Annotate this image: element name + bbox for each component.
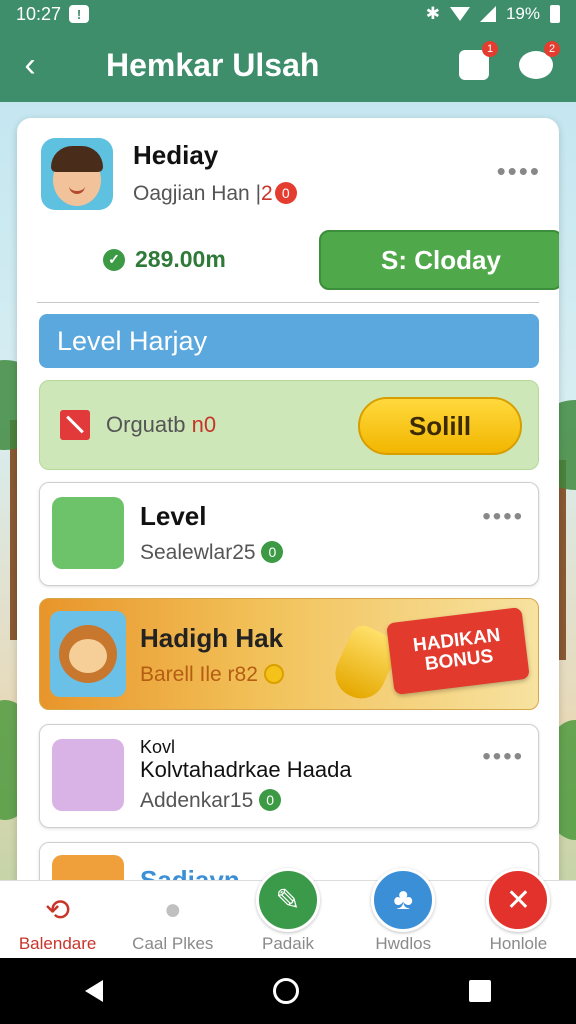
quest-button[interactable]: Solill (358, 397, 522, 455)
nav-label: Padaik (262, 934, 314, 953)
list-item-subtitle-text: Addenkar15 (140, 789, 254, 812)
promo-subtitle: Barell Ile r82 (140, 663, 284, 687)
profile-subtitle: Oagjian Han |2 0 (133, 182, 297, 206)
battery-icon (550, 5, 560, 23)
gift-thumbnail-icon (52, 739, 124, 811)
quest-row[interactable]: Orguatb n0 Solill (39, 380, 539, 470)
list-item-more-button[interactable]: •••• (482, 743, 524, 771)
profile-badge: 0 (274, 182, 297, 204)
flag-icon (60, 410, 90, 440)
avatar[interactable] (41, 138, 113, 210)
monkey-icon (59, 625, 117, 683)
close-icon: ✕ (486, 868, 551, 932)
signal-icon (479, 6, 496, 22)
tree-icon: ♣ (371, 868, 436, 932)
profile-more-button[interactable]: •••• (497, 156, 541, 187)
nav-label: Caal Plkes (132, 934, 214, 953)
nav-item-hwdlos[interactable]: ♣ Hwdlos (346, 868, 461, 958)
app-header: ‹ Hemkar Ulsah 1 2 (0, 28, 576, 102)
divider (37, 302, 539, 303)
balance-value: 289.00m (135, 246, 226, 272)
notification-icon: ! (69, 5, 90, 23)
promo-thumbnail (50, 611, 126, 697)
nav-label: Balendare (18, 934, 97, 953)
status-bar: 10:27 ! ✱ 19% (0, 0, 576, 28)
list-item-subtitle: Addenkar15 0 (140, 789, 282, 813)
list-item-subtitle-text: Sealewlar25 (140, 541, 256, 564)
battery-percent: 19% (505, 4, 540, 23)
level-thumbnail-icon (52, 497, 124, 569)
system-recents-icon[interactable] (469, 980, 491, 1002)
profile-subtitle-text: Oagjian Han | (133, 182, 262, 205)
refresh-icon: ⟲ (45, 893, 71, 927)
list-item-title: Level (140, 501, 207, 531)
apple-icon: ● (163, 893, 182, 926)
section-header: Level Harjay (39, 314, 539, 368)
list-item-badge: 0 (259, 789, 282, 811)
back-button[interactable]: ‹ (0, 28, 60, 102)
system-nav-bar (0, 958, 576, 1024)
nav-item-caal-plkes[interactable]: ● Caal Plkes (115, 881, 230, 958)
promo-banner[interactable]: Hadigh Hak Barell Ile r82 HADIKAN BONUS (39, 598, 539, 710)
bluetooth-icon: ✱ (425, 4, 440, 23)
status-time: 10:27 (16, 3, 62, 24)
promo-title: Hadigh Hak (140, 623, 284, 653)
quest-text-main: Orguatb (106, 412, 186, 437)
nav-item-padaik[interactable]: ✎ Padaik (230, 868, 345, 958)
nav-item-balendare[interactable]: ⟲ Balendare (0, 881, 115, 958)
system-home-icon[interactable] (273, 978, 299, 1004)
compose-badge: 1 (482, 41, 498, 57)
leaf-icon: ✎ (256, 868, 320, 932)
nav-label: Hwdlos (375, 934, 432, 953)
check-icon: ✓ (103, 248, 125, 271)
bottom-nav: ⟲ Balendare ● Caal Plkes ✎ Padaik ♣ Hwdl… (0, 868, 576, 958)
quest-text-highlight: n0 (191, 412, 217, 437)
list-item-more-button[interactable]: •••• (482, 503, 524, 531)
chat-button[interactable]: 2 (518, 41, 560, 83)
nav-item-honlole[interactable]: ✕ Honlole (461, 868, 576, 958)
chevron-left-icon: ‹ (24, 45, 36, 84)
list-item-title: Kovl (140, 737, 176, 757)
profile-name: Hediay (133, 140, 219, 170)
avatar-face-icon (51, 146, 103, 206)
coin-icon (263, 664, 284, 684)
primary-action-button[interactable]: S: Cloday (319, 230, 559, 290)
profile-section: Hediay Oagjian Han |2 0 •••• ✓ 289.00m S:… (41, 136, 559, 306)
page-title: Hemkar Ulsah (106, 46, 320, 83)
promo-subtitle-text: Barell Ile r82 (140, 663, 258, 686)
main-card: Hediay Oagjian Han |2 0 •••• ✓ 289.00m S:… (17, 118, 559, 898)
chat-badge: 2 (544, 41, 560, 57)
bonus-tag: HADIKAN BONUS (386, 606, 530, 696)
profile-subtitle-num: 2 (261, 182, 273, 205)
system-back-icon[interactable] (85, 980, 103, 1002)
quest-text: Orguatb n0 (106, 412, 216, 438)
list-item-title-2: Kolvtahadrkae Haada (140, 757, 352, 782)
wifi-icon (449, 7, 470, 21)
compose-button[interactable]: 1 (456, 41, 498, 83)
list-item-subtitle: Sealewlar25 0 (140, 541, 284, 565)
list-item[interactable]: Kovl Kolvtahadrkae Haada Addenkar15 0 ••… (39, 724, 539, 828)
balance: ✓ 289.00m (103, 246, 226, 273)
nav-label: Honlole (489, 934, 548, 953)
list-item[interactable]: Level Sealewlar25 0 •••• (39, 482, 539, 586)
list-item-badge: 0 (261, 541, 284, 563)
